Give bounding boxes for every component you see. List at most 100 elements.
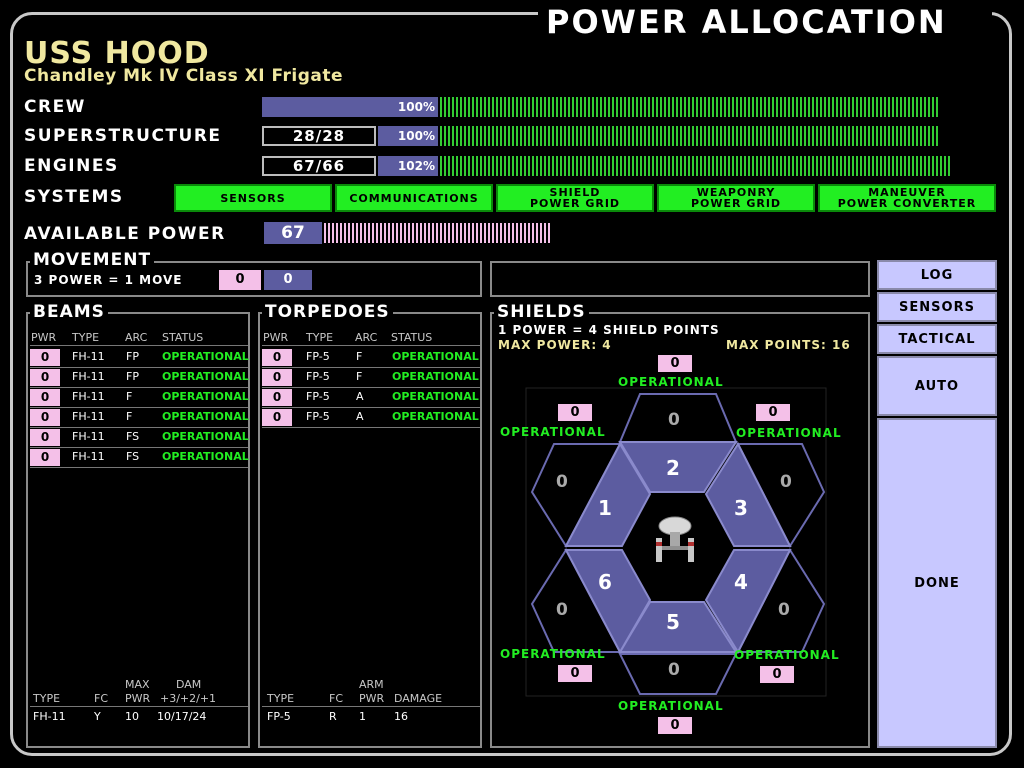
shield-5-power-input[interactable]: 0: [658, 717, 692, 734]
beams-power-input[interactable]: 0: [30, 369, 60, 386]
auto-button-label: AUTO: [914, 378, 960, 394]
shield-3-power-input[interactable]: 0: [756, 404, 790, 421]
beams-footer-divider: [30, 706, 248, 707]
beams-arc-cell: FS: [126, 430, 140, 443]
tactical-button[interactable]: TACTICAL: [877, 324, 997, 354]
beams-power-input[interactable]: 0: [30, 349, 60, 366]
beams-power-input[interactable]: 0: [30, 449, 60, 466]
torpedoes-footer-armpwr-2: PWR: [359, 692, 385, 705]
torpedoes-header-arc: ARC: [355, 331, 378, 344]
superstructure-meter: [440, 126, 940, 146]
beams-header-type: TYPE: [72, 331, 100, 344]
beams-row: 0 FH-11 F OPERATIONAL: [30, 388, 249, 408]
beams-header-arc: ARC: [125, 331, 148, 344]
shield-sector-3-number: 3: [734, 496, 750, 520]
weaponry-power-grid-label-2: POWER GRID: [690, 197, 782, 210]
shield-4-power-input[interactable]: 0: [760, 666, 794, 683]
superstructure-value: 28/28: [262, 126, 376, 146]
torpedoes-footer-fc: R: [329, 710, 337, 723]
beams-footer-maxpwr-2: PWR: [125, 692, 151, 705]
beams-header-divider: [30, 345, 248, 346]
shields-max-points: MAX POINTS: 16: [726, 338, 851, 352]
beams-arc-cell: FP: [126, 350, 139, 363]
sensors-system-label: SENSORS: [220, 191, 286, 205]
torpedoes-row: 0 FP-5 F OPERATIONAL: [262, 368, 480, 388]
torpedoes-power-input[interactable]: 0: [262, 389, 292, 406]
maneuver-power-converter-button[interactable]: MANEUVER POWER CONVERTER: [818, 184, 996, 212]
beams-footer-dam-1: DAM: [176, 678, 202, 691]
message-panel: [490, 261, 870, 297]
shield-sector-5-number: 5: [666, 610, 682, 634]
torpedoes-power-input[interactable]: 0: [262, 349, 292, 366]
beams-status-cell: OPERATIONAL: [162, 370, 249, 383]
torpedoes-type-cell: FP-5: [306, 410, 330, 423]
beams-header-pwr: PWR: [31, 331, 57, 344]
shield-6-power-input[interactable]: 0: [558, 665, 592, 682]
engines-label: ENGINES: [24, 156, 119, 176]
torpedoes-status-cell: OPERATIONAL: [392, 390, 479, 403]
beams-status-cell: OPERATIONAL: [162, 450, 249, 463]
torpedoes-footer-armpwr-1: ARM: [359, 678, 384, 691]
beams-title: BEAMS: [30, 302, 108, 322]
communications-system-label: COMMUNICATIONS: [349, 191, 479, 205]
movement-power-input[interactable]: 0: [219, 270, 261, 290]
communications-system-button[interactable]: COMMUNICATIONS: [335, 184, 493, 212]
beams-power-input[interactable]: 0: [30, 409, 60, 426]
superstructure-percent: 100%: [378, 126, 438, 146]
torpedoes-title: TORPEDOES: [262, 302, 393, 322]
beams-footer-dam-2: +3/+2/+1: [160, 692, 217, 705]
weaponry-power-grid-button[interactable]: WEAPONRY POWER GRID: [657, 184, 815, 212]
sensors-system-button[interactable]: SENSORS: [174, 184, 332, 212]
torpedoes-power-input[interactable]: 0: [262, 369, 292, 386]
sensors-button[interactable]: SENSORS: [877, 292, 997, 322]
beams-row: 0 FH-11 FS OPERATIONAL: [30, 448, 249, 468]
torpedoes-status-cell: OPERATIONAL: [392, 350, 479, 363]
beams-footer-dam: 10/17/24: [157, 710, 207, 723]
beams-power-input[interactable]: 0: [30, 389, 60, 406]
shield-sector-5-points: 0: [668, 660, 682, 680]
auto-button[interactable]: AUTO: [877, 356, 997, 416]
shield-sector-2-number: 2: [666, 456, 682, 480]
shield-power-grid-button[interactable]: SHIELD POWER GRID: [496, 184, 654, 212]
available-power-value: 67: [264, 222, 322, 244]
maneuver-power-converter-label-2: POWER CONVERTER: [837, 197, 977, 210]
shield-sector-6-points: 0: [556, 600, 570, 620]
torpedoes-footer-damage: 16: [394, 710, 408, 723]
shield-sector-4-number: 4: [734, 570, 750, 594]
beams-type-cell: FH-11: [72, 350, 105, 363]
torpedoes-row: 0 FP-5 A OPERATIONAL: [262, 388, 480, 408]
shield-sector-3-points: 0: [780, 472, 794, 492]
torpedoes-status-cell: OPERATIONAL: [392, 410, 479, 423]
shields-rate: 1 POWER = 4 SHIELD POINTS: [498, 323, 720, 337]
beams-footer-maxpwr: 10: [125, 710, 139, 723]
shield-1-power-input[interactable]: 0: [558, 404, 592, 421]
ship-class: Chandley Mk IV Class XI Frigate: [24, 66, 344, 86]
beams-footer-type-header: TYPE: [33, 692, 61, 705]
ship-icon: [656, 516, 694, 562]
sensors-button-label: SENSORS: [899, 299, 975, 315]
torpedoes-row: 0 FP-5 F OPERATIONAL: [262, 348, 480, 368]
shield-6-status: OPERATIONAL: [500, 647, 606, 661]
shield-2-power-input[interactable]: 0: [658, 355, 692, 372]
torpedoes-header-status: STATUS: [391, 331, 433, 344]
shields-title: SHIELDS: [494, 302, 589, 322]
log-button[interactable]: LOG: [877, 260, 997, 290]
beams-footer-fc: Y: [94, 710, 101, 723]
shield-sector-2-points: 0: [668, 410, 682, 430]
shield-3-status: OPERATIONAL: [736, 426, 842, 440]
engines-value: 67/66: [262, 156, 376, 176]
torpedoes-power-input[interactable]: 0: [262, 409, 292, 426]
shield-sector-1-number: 1: [598, 496, 614, 520]
beams-power-input[interactable]: 0: [30, 429, 60, 446]
torpedoes-footer-fc-header: FC: [329, 692, 344, 705]
done-button[interactable]: DONE: [877, 418, 997, 748]
torpedoes-footer-type: FP-5: [267, 710, 291, 723]
page-title: POWER ALLOCATION: [546, 3, 947, 41]
beams-type-cell: FH-11: [72, 450, 105, 463]
beams-header-status: STATUS: [162, 331, 204, 344]
crew-meter: [440, 97, 940, 117]
shield-5-status: OPERATIONAL: [618, 699, 724, 713]
superstructure-label: SUPERSTRUCTURE: [24, 126, 222, 146]
tactical-button-label: TACTICAL: [898, 331, 976, 347]
torpedoes-header-type: TYPE: [306, 331, 334, 344]
